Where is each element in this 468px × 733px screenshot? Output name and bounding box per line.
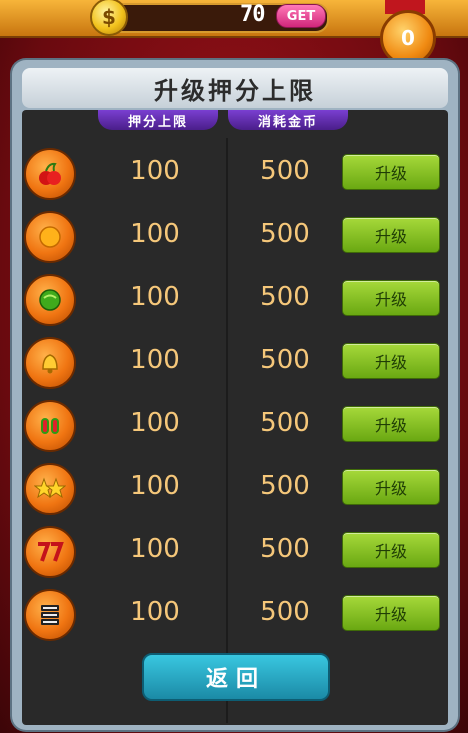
orange-icon (24, 211, 76, 263)
watermelon-icon (24, 400, 76, 452)
coin-cost-value: 500 (260, 534, 310, 564)
coin-cost-value: 500 (260, 282, 310, 312)
coin-cost-value: 500 (260, 408, 310, 438)
bar-icon (24, 589, 76, 641)
bet-limit-value: 100 (130, 282, 180, 312)
return-button[interactable]: 返回 (142, 653, 330, 701)
upgrade-button[interactable]: 升级 (342, 406, 440, 442)
upgrade-row-bar: 100 500 升级 (20, 581, 446, 641)
bet-limit-value: 100 (130, 597, 180, 627)
seven-icon (24, 526, 76, 578)
bet-limit-value: 100 (130, 471, 180, 501)
column-header-coin-cost: 消耗金币 (228, 110, 348, 130)
column-header-bet-limit: 押分上限 (98, 110, 218, 130)
upgrade-row-orange: 100 500 升级 (20, 203, 446, 263)
bell-icon (24, 337, 76, 389)
coin-cost-value: 500 (260, 219, 310, 249)
upgrade-button[interactable]: 升级 (342, 280, 440, 316)
panel-title: 升级押分上限 (22, 68, 448, 108)
star-icon (24, 463, 76, 515)
coin-cost-value: 500 (260, 156, 310, 186)
upgrade-button[interactable]: 升级 (342, 154, 440, 190)
bet-limit-value: 100 (130, 156, 180, 186)
coin-balance: 70 (240, 2, 265, 27)
upgrade-button[interactable]: 升级 (342, 595, 440, 631)
upgrade-button[interactable]: 升级 (342, 343, 440, 379)
upgrade-row-bell: 100 500 升级 (20, 329, 446, 389)
bet-limit-value: 100 (130, 534, 180, 564)
upgrade-button[interactable]: 升级 (342, 217, 440, 253)
upgrade-row-seven: 100 500 升级 (20, 518, 446, 578)
coin-cost-value: 500 (260, 471, 310, 501)
coin-cost-value: 500 (260, 597, 310, 627)
bet-limit-value: 100 (130, 345, 180, 375)
upgrade-row-cherry: 100 500 升级 (20, 140, 446, 200)
bet-limit-value: 100 (130, 408, 180, 438)
upgrade-row-watermelon: 100 500 升级 (20, 392, 446, 452)
coin-cost-value: 500 (260, 345, 310, 375)
melon-icon (24, 274, 76, 326)
upgrade-row-melon: 100 500 升级 (20, 266, 446, 326)
medal-badge[interactable]: 0 (380, 10, 436, 66)
bet-limit-value: 100 (130, 219, 180, 249)
get-coins-button[interactable]: GET (276, 4, 326, 28)
upgrade-button[interactable]: 升级 (342, 532, 440, 568)
cherry-icon (24, 148, 76, 200)
upgrade-button[interactable]: 升级 (342, 469, 440, 505)
upgrade-row-star: 100 500 升级 (20, 455, 446, 515)
